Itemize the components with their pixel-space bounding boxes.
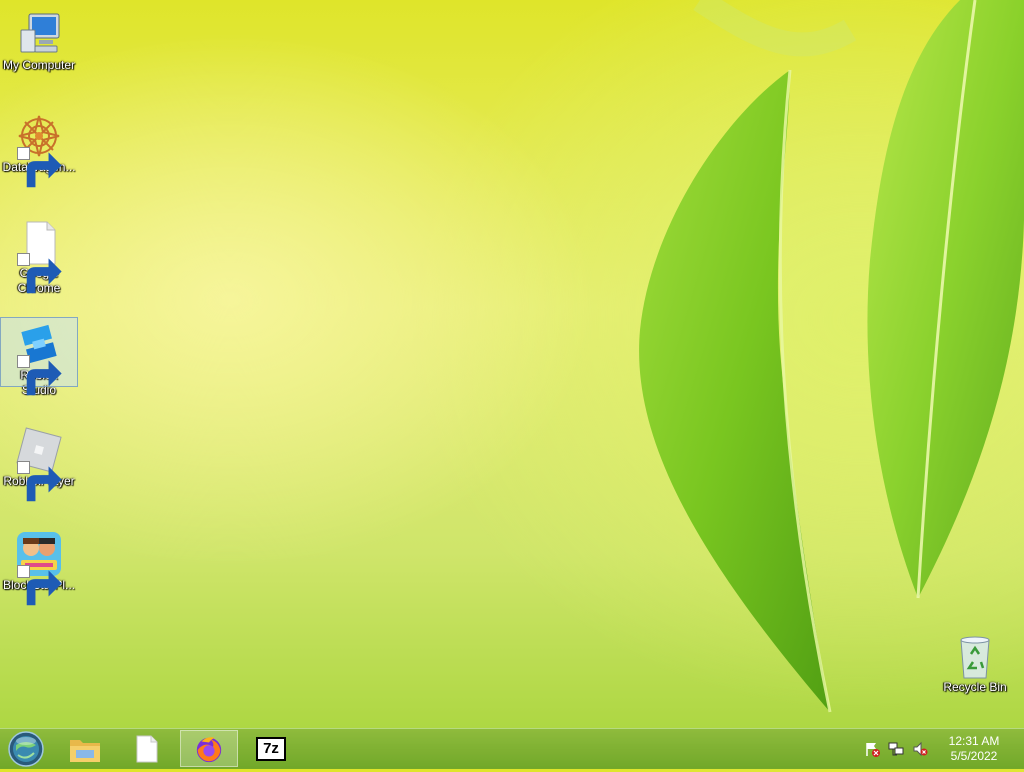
taskbar-7zip-button[interactable]: 7z	[242, 730, 300, 767]
datawagon-icon	[15, 112, 63, 188]
taskbar-file-explorer-button[interactable]	[56, 730, 114, 767]
action-center-flag-icon[interactable]	[864, 741, 880, 757]
shortcut-arrow-icon	[17, 565, 62, 606]
computer-icon	[15, 10, 63, 58]
clock-time: 12:31 AM	[948, 734, 1000, 748]
blank-file-icon	[15, 218, 63, 294]
taskbar-blank-document-button[interactable]	[118, 730, 176, 767]
start-orb-icon	[8, 731, 44, 767]
roblox-studio-icon	[15, 320, 63, 396]
roblox-player-icon	[15, 426, 63, 502]
wallpaper	[639, 0, 1024, 713]
shortcut-arrow-icon	[17, 461, 62, 502]
desktop-icon-label: Recycle Bin	[943, 680, 1007, 694]
start-button[interactable]	[6, 731, 46, 767]
taskbar: 7z 12:31 AM 5/5/2022	[0, 728, 1024, 769]
clock-date: 5/5/2022	[950, 749, 998, 763]
desktop-icon-recycle-bin[interactable]: Recycle Bin	[937, 630, 1013, 695]
desktop-icon-datawagon[interactable]: DataWagon...	[1, 110, 77, 188]
firefox-icon	[196, 736, 222, 762]
desktop-icon-my-computer[interactable]: My Computer	[1, 8, 77, 73]
system-tray: 12:31 AM 5/5/2022	[864, 729, 1024, 769]
clock[interactable]: 12:31 AM 5/5/2022	[942, 734, 1006, 764]
network-icon[interactable]	[888, 741, 904, 757]
7zip-icon: 7z	[256, 736, 286, 761]
desktop-icon-roblox-studio[interactable]: Roblox Studio	[0, 317, 78, 397]
taskbar-firefox-button[interactable]	[180, 730, 238, 767]
desktop-icon-google-chrome[interactable]: Google Chrome	[1, 216, 77, 296]
desktop-icon-roblox-player[interactable]: RobloxPlayer	[1, 424, 77, 502]
shortcut-arrow-icon	[17, 355, 62, 396]
desktop-icon-label: My Computer	[2, 58, 76, 72]
shortcut-arrow-icon	[17, 147, 62, 188]
blockstar-icon	[15, 530, 63, 606]
desktop-icon-blockstar[interactable]: BlockStarPl...	[1, 528, 77, 606]
shortcut-arrow-icon	[17, 253, 62, 294]
blank-file-icon	[136, 735, 158, 762]
recycle-bin-icon	[951, 632, 999, 680]
folder-icon	[70, 739, 100, 762]
7zip-icon-text: 7z	[263, 739, 279, 758]
volume-muted-icon[interactable]	[912, 741, 928, 757]
